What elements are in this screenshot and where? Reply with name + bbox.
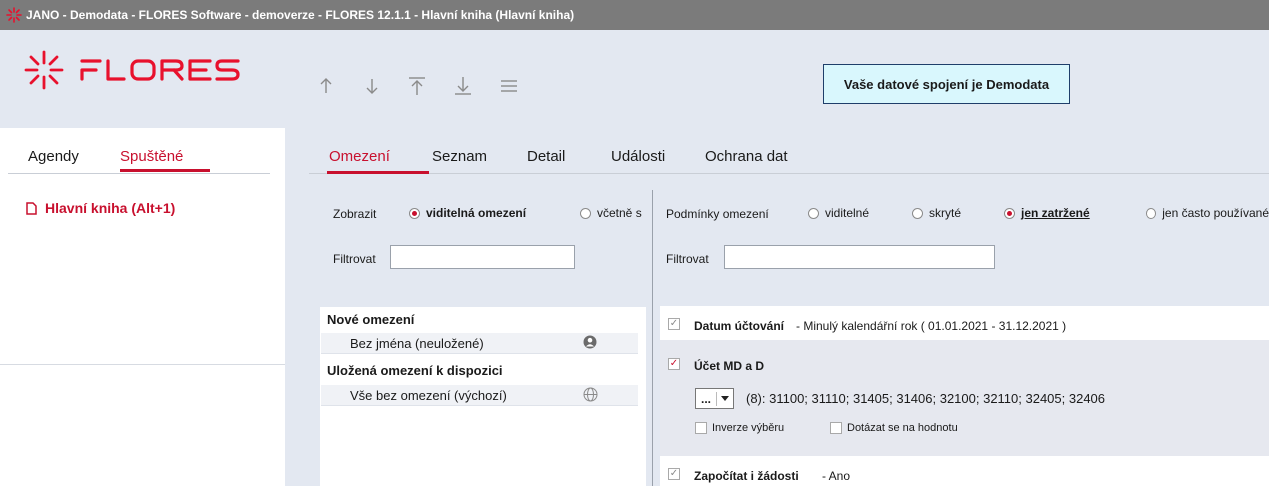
left-tabs: Agendy Spuštěné [8,128,270,174]
filter-label: Filtrovat [333,252,376,266]
radio-including-hidden[interactable]: včetně s [580,206,650,220]
condition-detail: - Minulý kalendářní rok ( 01.01.2021 - 3… [796,319,1067,333]
inverse-label: Inverze výběru [712,422,785,434]
running-item-hlavni-kniha[interactable]: Hlavní kniha (Alt+1) [26,200,175,216]
main-tabs: Omezení Seznam Detail Události Ochrana d… [309,128,1269,174]
checkbox-account[interactable]: ✓ [668,358,680,370]
condition-detail: - Ano [822,469,851,483]
flores-app-icon [6,7,22,23]
radio-unselected-icon [580,207,591,219]
radio-visible[interactable]: viditelné [808,206,869,220]
limits-filter-input[interactable] [390,245,575,269]
radio-visible-limits[interactable]: viditelná omezení [409,206,526,220]
tab-spustene[interactable]: Spuštěné [120,148,183,165]
list-item[interactable]: Vše bez omezení (výchozí) [321,385,638,406]
tab-agendy[interactable]: Agendy [28,148,79,165]
checkbox-ask-value[interactable] [830,422,842,434]
divider [0,364,285,365]
filter-label: Filtrovat [666,252,709,266]
window-titlebar: JANO - Demodata - FLORES Software - demo… [0,0,1269,30]
move-first-button[interactable] [405,74,429,98]
conditions-filter-input[interactable] [724,245,995,269]
window-title: JANO - Demodata - FLORES Software - demo… [26,8,575,22]
value-select-dropdown[interactable]: ... [695,388,734,409]
radio-selected-icon [409,207,420,219]
left-panel: Agendy Spuštěné Hlavní kniha (Alt+1) [0,128,285,486]
ask-value-label: Dotázat se na hodnotu [847,422,958,434]
tab-seznam[interactable]: Seznam [432,148,487,165]
radio-selected-icon [1004,207,1015,219]
user-icon [583,335,597,352]
menu-icon [501,80,517,92]
active-tab-indicator [327,171,429,174]
checkbox-date[interactable]: ✓ [668,318,680,330]
radio-checked-only[interactable]: jen zatržené [1004,206,1090,220]
move-down-button[interactable] [360,74,384,98]
panel-splitter[interactable] [652,190,653,486]
document-icon [26,201,37,215]
tab-omezeni[interactable]: Omezení [329,148,390,165]
new-limit-header: Nové omezení [327,312,415,327]
limits-list: Nové omezení Bez jména (neuložené) Ulože… [320,307,646,486]
move-last-button[interactable] [451,74,475,98]
checkbox-requests[interactable]: ✓ [668,468,680,480]
header: Vaše datové spojení je Demodata [0,30,1269,128]
arrow-top-icon [409,77,425,95]
flores-logo [24,50,240,90]
arrow-down-icon [366,79,378,94]
condition-row-requests: ✓ Započítat i žádosti - Ano [668,468,851,483]
running-item-label: Hlavní kniha (Alt+1) [45,200,176,216]
move-up-button[interactable] [314,74,338,98]
saved-limits-header: Uložená omezení k dispozici [327,363,503,378]
arrow-up-icon [320,78,332,93]
conditions-label: Podmínky omezení [666,207,769,221]
radio-unselected-icon [808,207,819,219]
tab-ochrana-dat[interactable]: Ochrana dat [705,148,788,165]
menu-button[interactable] [497,74,521,98]
list-item[interactable]: Bez jména (neuložené) [321,333,638,354]
arrow-bottom-icon [455,77,471,95]
globe-icon [583,387,598,405]
tab-detail[interactable]: Detail [527,148,565,165]
condition-row-account: ✓ Účet MD a D ... (8): 31100; 31110; 314… [660,340,1269,456]
conditions-list: ✓ Datum účtování - Minulý kalendářní rok… [660,306,1269,486]
condition-row-date: ✓ Datum účtování - Minulý kalendářní rok… [668,318,1067,333]
tab-udalosti[interactable]: Události [611,148,665,165]
selected-accounts: (8): 31100; 31110; 31405; 31406; 32100; … [746,391,1106,406]
radio-frequently-used[interactable]: jen často používané [1146,206,1269,220]
show-label: Zobrazit [333,207,377,221]
radio-unselected-icon [1146,207,1157,219]
chevron-down-icon [717,396,733,401]
checkbox-inverse[interactable] [695,422,707,434]
connection-indicator: Vaše datové spojení je Demodata [823,64,1070,104]
radio-hidden[interactable]: skryté [912,206,961,220]
radio-unselected-icon [912,207,923,219]
active-tab-indicator [120,169,210,172]
